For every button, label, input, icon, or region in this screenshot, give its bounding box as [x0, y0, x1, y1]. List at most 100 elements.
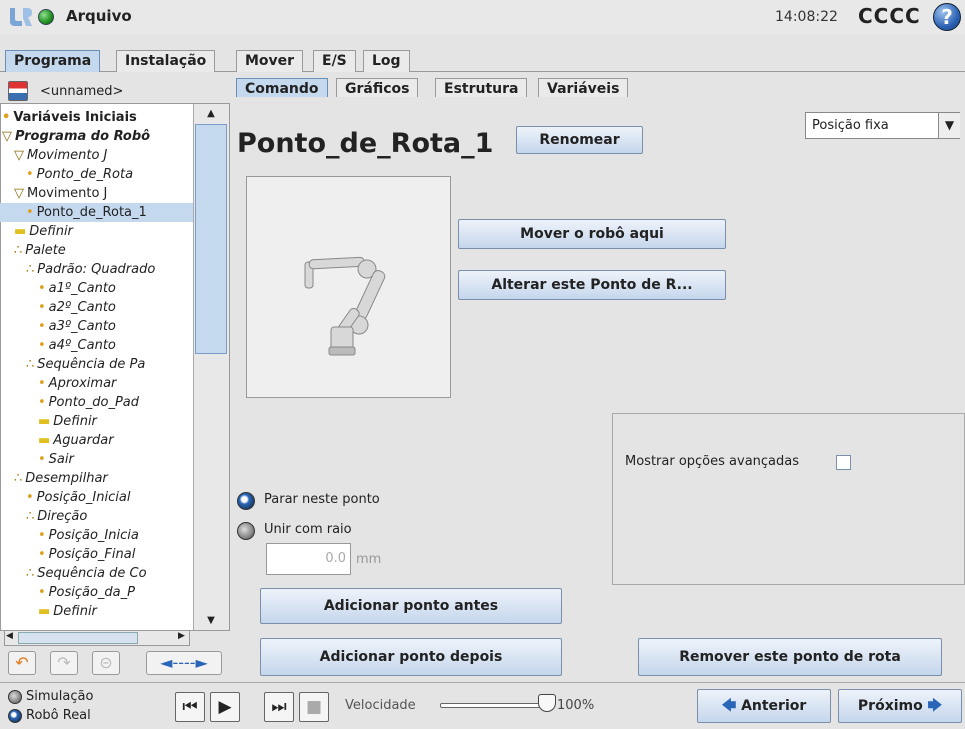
tree-item[interactable]: • Ponto_de_Rota: [0, 165, 193, 184]
chevron-down-icon[interactable]: ▼: [938, 113, 960, 138]
tab-mover[interactable]: Mover: [236, 50, 304, 72]
tree-node-icon: •: [26, 490, 34, 505]
tree-item[interactable]: ▽ Programa do Robô: [0, 127, 193, 146]
undo-icon[interactable]: ↶: [8, 651, 36, 675]
simulation-radio[interactable]: [8, 690, 22, 704]
real-robot-radio[interactable]: [8, 709, 22, 723]
suppress-icon[interactable]: ⊝: [92, 651, 120, 675]
tree-item-label: a3º_Canto: [48, 319, 116, 334]
tree-item-label: Ponto_de_Rota: [36, 167, 134, 182]
advanced-options-label: Mostrar opções avançadas: [625, 454, 800, 469]
tree-item[interactable]: • a2º_Canto: [0, 298, 193, 317]
cut-paste-arrow-icon[interactable]: ◄----►: [146, 651, 222, 675]
next-button[interactable]: Próximo 🡆: [838, 689, 962, 723]
tree-item[interactable]: • a4º_Canto: [0, 336, 193, 355]
tree-item-label: Ponto_do_Pad: [48, 395, 140, 410]
tree-item-label: Definir: [53, 604, 97, 619]
tree-node-icon: ∴: [14, 471, 23, 486]
tree-node-icon: •: [38, 547, 46, 562]
step-icon[interactable]: ⏭: [264, 692, 294, 722]
blend-radius-radio[interactable]: [237, 522, 255, 540]
tab-instalacao[interactable]: Instalação: [116, 50, 216, 72]
play-icon[interactable]: ▶: [210, 692, 240, 722]
skip-back-icon[interactable]: ⏮: [175, 692, 205, 722]
tree-item[interactable]: ∴ Desempilhar: [0, 469, 193, 488]
previous-button[interactable]: 🡄 Anterior: [697, 689, 831, 723]
speed-slider[interactable]: [440, 703, 540, 708]
tree-item[interactable]: ▬ Aguardar: [0, 431, 193, 450]
main-tab-bar: Programa Instalação Mover E/S Log: [0, 50, 965, 72]
stop-icon[interactable]: ■: [299, 692, 329, 722]
tree-scroll-thumb[interactable]: [195, 124, 227, 354]
change-waypoint-button[interactable]: Alterar este Ponto de R...: [458, 270, 726, 300]
tree-item-label: Desempilhar: [25, 471, 108, 486]
tab-es[interactable]: E/S: [313, 50, 356, 72]
tree-item[interactable]: ▬ Definir: [0, 412, 193, 431]
save-icon[interactable]: [8, 81, 28, 101]
tree-item[interactable]: • a1º_Canto: [0, 279, 193, 298]
status-icon: [38, 9, 54, 25]
tree-item-label: Aguardar: [53, 433, 114, 448]
tree-item[interactable]: • a3º_Canto: [0, 317, 193, 336]
clock: 14:08:22: [775, 9, 838, 25]
arrow-right-icon: 🡆: [922, 698, 943, 714]
tree-item[interactable]: ▬ Definir: [0, 222, 193, 241]
tree-item[interactable]: • Posição_Final: [0, 545, 193, 564]
tree-node-icon: ∴: [26, 566, 35, 581]
tree-item-label: Definir: [53, 414, 97, 429]
tree-node-icon: •: [38, 319, 46, 334]
add-point-before-button[interactable]: Adicionar ponto antes: [260, 588, 562, 624]
position-type-select[interactable]: Posição fixa: [805, 112, 960, 139]
tab-log[interactable]: Log: [363, 50, 410, 72]
tree-item-label: a1º_Canto: [48, 281, 116, 296]
blend-radius-input[interactable]: 0.0: [266, 543, 351, 575]
advanced-options-checkbox[interactable]: [836, 455, 851, 470]
tree-item[interactable]: ∴ Sequência de Co: [0, 564, 193, 583]
scroll-left-icon[interactable]: ◀: [6, 631, 13, 641]
tree-item[interactable]: • Posição_Inicial: [0, 488, 193, 507]
tree-node-icon: ∴: [26, 357, 35, 372]
move-robot-here-button[interactable]: Mover o robô aqui: [458, 219, 726, 249]
speed-slider-handle[interactable]: [538, 694, 556, 712]
tree-item[interactable]: • Posição_Inicia: [0, 526, 193, 545]
scroll-right-icon[interactable]: ▶: [178, 631, 185, 641]
tree-node-icon: ▽: [14, 186, 24, 201]
tree-item[interactable]: ∴ Palete: [0, 241, 193, 260]
tree-item[interactable]: • Ponto_de_Rota_1: [0, 203, 193, 222]
scroll-down-icon[interactable]: ▼: [195, 612, 227, 629]
remove-waypoint-button[interactable]: Remover este ponto de rota: [638, 638, 942, 676]
rename-button[interactable]: Renomear: [516, 126, 643, 154]
stop-at-point-radio[interactable]: [237, 492, 255, 510]
ur-logo: [10, 8, 32, 26]
tree-item[interactable]: ▬ Definir: [0, 602, 193, 621]
robot-arm-icon: [304, 256, 386, 356]
tree-item[interactable]: • Ponto_do_Pad: [0, 393, 193, 412]
tree-hscroll-thumb[interactable]: [18, 632, 138, 644]
help-icon[interactable]: ?: [933, 3, 961, 31]
tree-node-icon: •: [26, 205, 34, 220]
tree-item[interactable]: • Aproximar: [0, 374, 193, 393]
scroll-up-icon[interactable]: ▲: [195, 105, 227, 122]
redo-icon[interactable]: ↷: [50, 651, 78, 675]
tree-item[interactable]: • Variáveis Iniciais: [0, 108, 193, 127]
tree-item[interactable]: • Sair: [0, 450, 193, 469]
tree-node-icon: ▽: [2, 129, 12, 144]
tab-programa[interactable]: Programa: [5, 50, 101, 72]
tree-item[interactable]: ▽ Movimento J: [0, 184, 193, 203]
file-menu[interactable]: Arquivo: [66, 7, 132, 25]
add-point-after-button[interactable]: Adicionar ponto depois: [260, 638, 562, 676]
tree-node-icon: •: [38, 452, 46, 467]
tree-item-label: Sair: [48, 452, 74, 467]
tree-node-icon: •: [38, 338, 46, 353]
tree-item[interactable]: ∴ Sequência de Pa: [0, 355, 193, 374]
tree-item[interactable]: • Posição_da_P: [0, 583, 193, 602]
tree-item[interactable]: ▽ Movimento J: [0, 146, 193, 165]
tree-item-label: Sequência de Pa: [37, 357, 146, 372]
tree-item[interactable]: ∴ Padrão: Quadrado: [0, 260, 193, 279]
tree-item-label: Padrão: Quadrado: [37, 262, 156, 277]
tree-node-icon: ▬: [38, 604, 51, 619]
tree-item[interactable]: ∴ Direção: [0, 507, 193, 526]
tree-node-icon: ▬: [38, 433, 51, 448]
robot-preview: [246, 176, 451, 398]
tree-node-icon: ▽: [14, 148, 24, 163]
